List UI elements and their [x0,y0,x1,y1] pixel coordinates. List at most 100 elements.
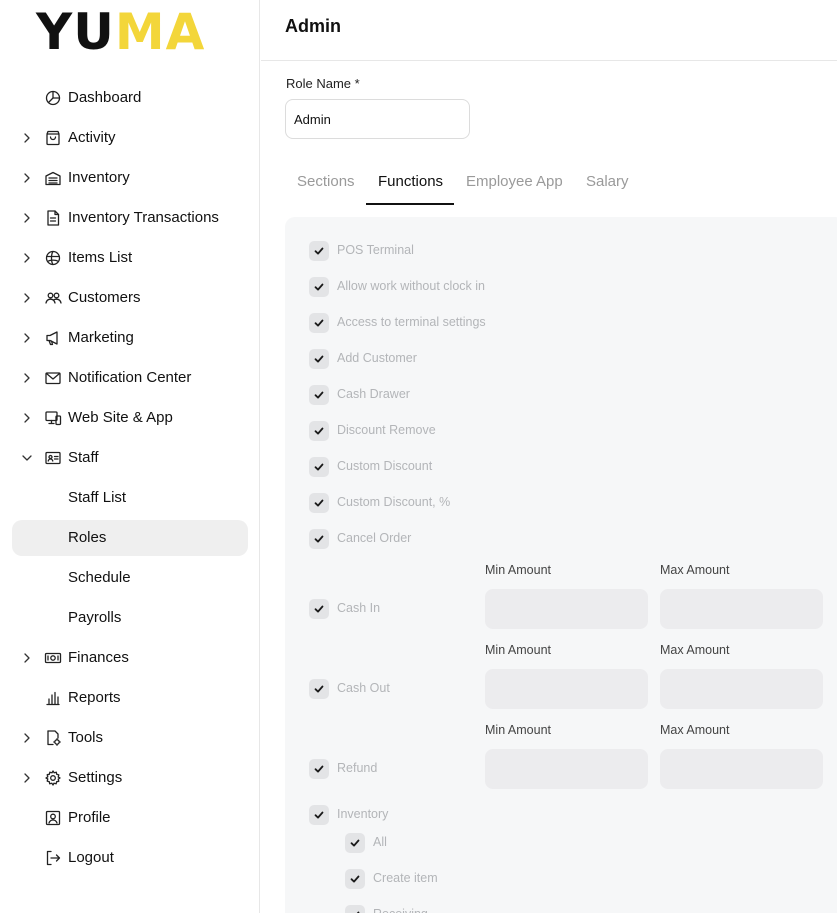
check-icon [314,535,324,543]
check-icon [314,355,324,363]
checkbox-checked[interactable] [345,905,365,913]
sidebar-item-profile[interactable]: Profile [0,798,260,838]
tab-sections[interactable]: Sections [297,173,355,190]
sidebar-item-marketing[interactable]: Marketing [0,318,260,358]
min-amount-input[interactable] [485,589,648,629]
sidebar: YUMA Dashboard Activity Inventory Inventory… [0,0,260,913]
mail-icon [44,369,62,387]
tab-functions[interactable]: Functions [378,173,443,190]
sidebar-item-logout[interactable]: Logout [0,838,260,878]
checkbox-checked[interactable] [309,421,329,441]
sidebar-subitem-payrolls[interactable]: Payrolls [0,598,260,638]
profile-icon [44,809,62,827]
chevron-right-icon[interactable] [20,131,34,145]
min-amount-input[interactable] [485,749,648,789]
sidebar-subitem-roles[interactable]: Roles [0,518,260,558]
check-icon [314,499,324,507]
chevron-right-icon[interactable] [20,331,34,345]
sidebar-nav: Dashboard Activity Inventory Inventory Tran… [0,78,260,878]
customers-icon [44,289,62,307]
chevron-right-icon[interactable] [20,731,34,745]
sidebar-item-tools[interactable]: Tools [0,718,260,758]
chevron-right-icon[interactable] [20,651,34,665]
tab-employee-app[interactable]: Employee App [466,173,563,190]
sidebar-item-items-list[interactable]: Items List [0,238,260,278]
max-amount-input[interactable] [660,589,823,629]
logo-part-1: YU [36,3,115,61]
gear-icon [44,769,62,787]
role-name-label: Role Name * [286,76,360,91]
sidebar-item-web-site-app[interactable]: Web Site & App [0,398,260,438]
checkbox-checked[interactable] [309,349,329,369]
chevron-right-icon[interactable] [20,251,34,265]
checkbox-checked[interactable] [309,241,329,261]
function-label: Custom Discount, % [337,495,451,509]
function-label: Receiving [373,907,428,913]
sidebar-item-dashboard[interactable]: Dashboard [0,78,260,118]
chevron-right-icon[interactable] [20,171,34,185]
chevron-right-icon[interactable] [20,371,34,385]
page-header: Admin [261,0,837,61]
checkbox-checked[interactable] [345,833,365,853]
checkbox-checked[interactable] [309,385,329,405]
function-label: Custom Discount [337,459,433,473]
checkbox-checked[interactable] [309,457,329,477]
id-card-icon [44,449,62,467]
chevron-right-icon[interactable] [20,291,34,305]
sidebar-item-notification-center[interactable]: Notification Center [0,358,260,398]
checkbox-checked[interactable] [309,759,329,779]
chevron-right-icon[interactable] [20,411,34,425]
sidebar-item-inventory[interactable]: Inventory [0,158,260,198]
min-amount-label: Min Amount [485,563,552,577]
function-label: All [373,835,387,849]
devices-icon [44,409,62,427]
chevron-right-icon[interactable] [20,771,34,785]
max-amount-label: Max Amount [660,563,730,577]
min-amount-input[interactable] [485,669,648,709]
money-icon [44,649,62,667]
sidebar-item-activity[interactable]: Activity [0,118,260,158]
chevron-right-icon[interactable] [20,211,34,225]
logout-icon [44,849,62,867]
sidebar-item-finances[interactable]: Finances [0,638,260,678]
checkbox-checked[interactable] [309,599,329,619]
sidebar-subitem-staff-list[interactable]: Staff List [0,478,260,518]
role-name-input[interactable] [285,99,470,139]
sidebar-item-customers[interactable]: Customers [0,278,260,318]
sidebar-subitem-schedule[interactable]: Schedule [0,558,260,598]
check-icon [314,765,324,773]
check-icon [350,875,360,883]
chevron-down-icon[interactable] [20,451,34,465]
function-label: Allow work without clock in [337,279,485,293]
sidebar-item-inventory-transactions[interactable]: Inventory Transactions [0,198,260,238]
checkbox-checked[interactable] [309,529,329,549]
yuma-logo[interactable]: YUMA [36,6,205,58]
checkbox-checked[interactable] [309,805,329,825]
max-amount-input[interactable] [660,749,823,789]
check-icon [314,605,324,613]
checkbox-checked[interactable] [345,869,365,889]
min-amount-label: Min Amount [485,723,552,737]
check-icon [314,391,324,399]
tab-salary[interactable]: Salary [586,173,629,190]
checkbox-checked[interactable] [309,493,329,513]
function-label: Discount Remove [337,423,436,437]
check-icon [314,685,324,693]
checkbox-checked[interactable] [309,313,329,333]
sidebar-item-reports[interactable]: Reports [0,678,260,718]
checkbox-checked[interactable] [309,277,329,297]
function-label: Cash Drawer [337,387,410,401]
sidebar-item-label: Inventory [68,169,130,186]
check-icon [350,839,360,847]
max-amount-label: Max Amount [660,643,730,657]
max-amount-input[interactable] [660,669,823,709]
sidebar-item-label: Reports [68,689,121,706]
check-icon [356,911,360,913]
sidebar-item-label: Staff [68,449,99,466]
function-label: Access to terminal settings [337,315,486,329]
sidebar-item-label: Items List [68,249,133,266]
function-label: POS Terminal [337,243,414,257]
checkbox-checked[interactable] [309,679,329,699]
sidebar-item-staff[interactable]: Staff [0,438,260,478]
sidebar-item-settings[interactable]: Settings [0,758,260,798]
